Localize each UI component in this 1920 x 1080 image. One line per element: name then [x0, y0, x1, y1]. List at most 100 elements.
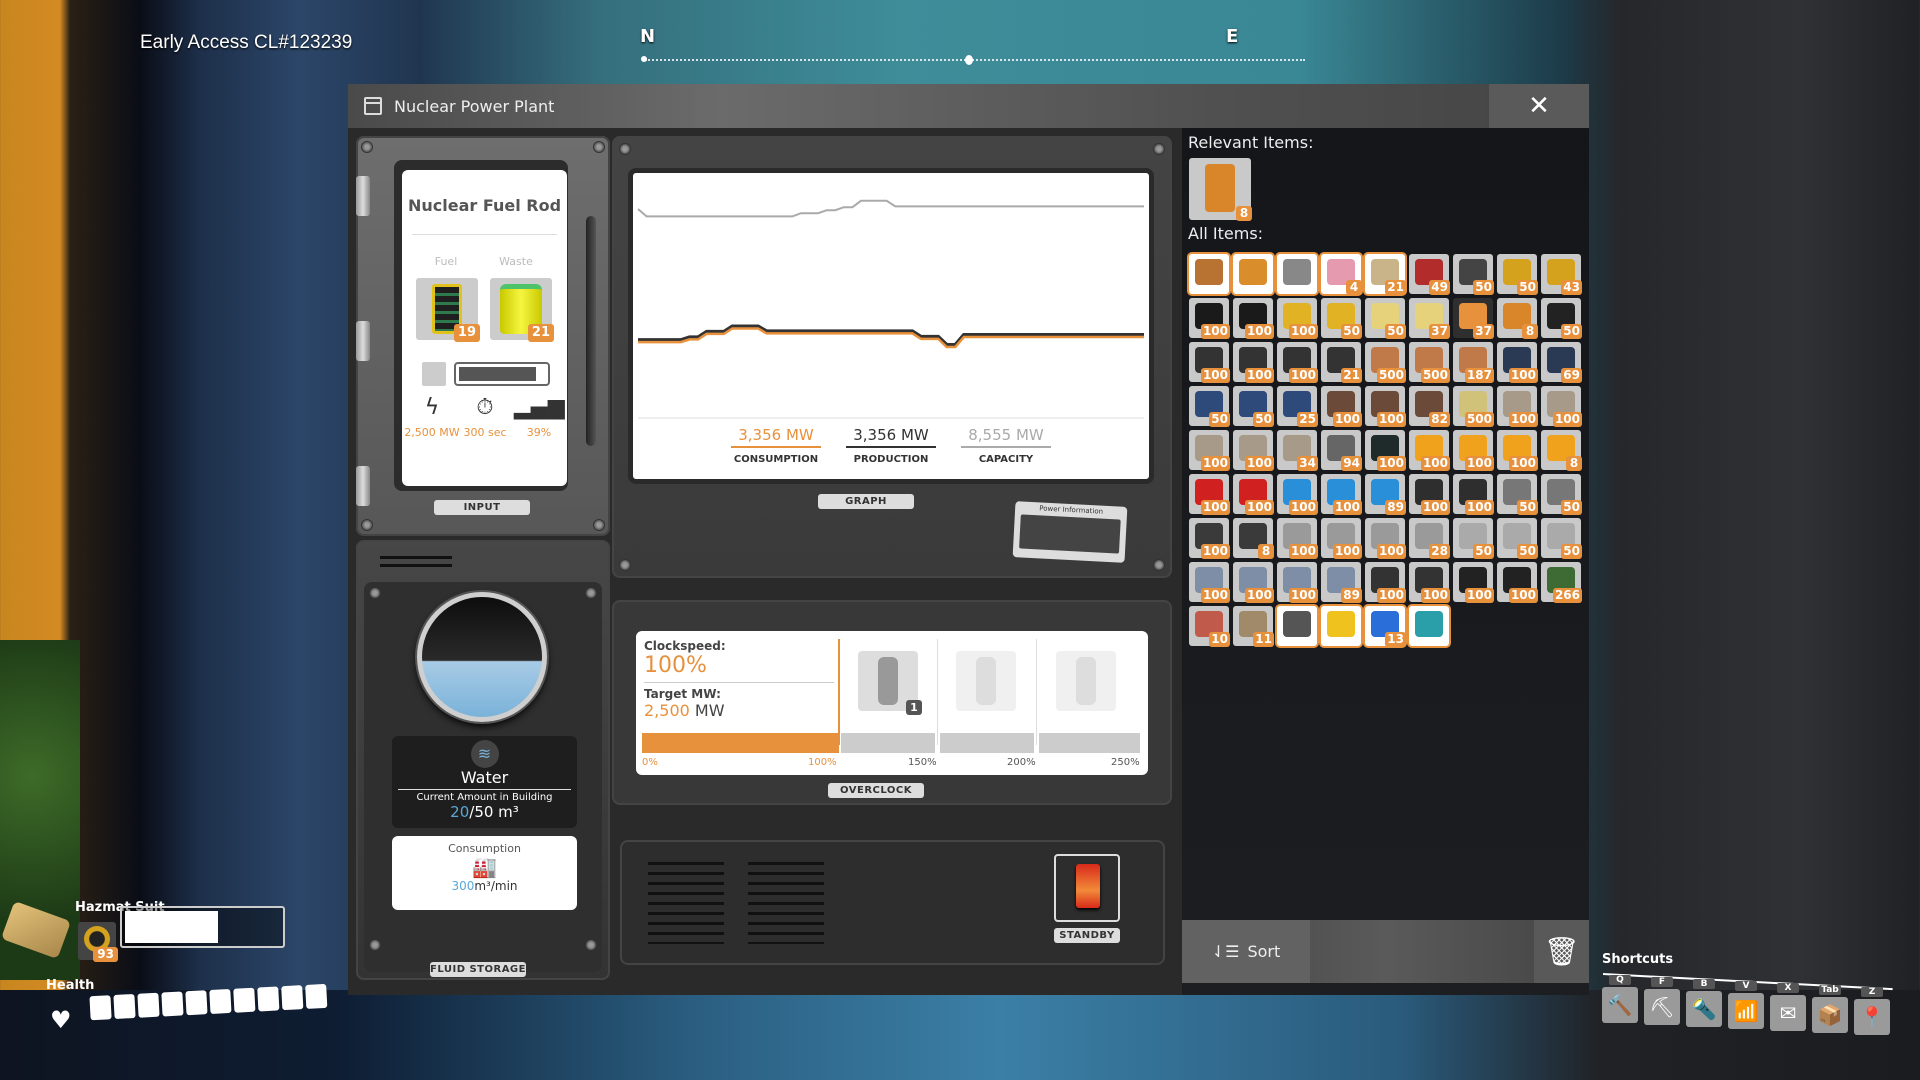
inventory-slot[interactable]: 49 [1409, 254, 1450, 295]
inventory-slot[interactable] [1233, 254, 1273, 294]
inventory-slot[interactable]: 500 [1409, 342, 1450, 383]
inventory-slot[interactable]: 100 [1497, 342, 1538, 383]
inventory-slot[interactable]: 100 [1365, 562, 1406, 603]
inventory-slot[interactable]: 100 [1409, 562, 1450, 603]
inventory-slot[interactable]: 100 [1189, 342, 1230, 383]
window-title: Nuclear Power Plant [394, 96, 555, 116]
inventory-slot[interactable]: 100 [1365, 386, 1406, 427]
inventory-slot[interactable]: 50 [1189, 386, 1230, 427]
inventory-slot[interactable]: 100 [1321, 518, 1362, 559]
scanner-shortcut-button[interactable]: 📶 [1728, 993, 1764, 1029]
codex-shortcut-button[interactable]: ✉ [1770, 995, 1806, 1031]
inventory-slot[interactable]: 50 [1541, 518, 1582, 559]
inventory-slot[interactable]: 100 [1277, 518, 1318, 559]
inventory-slot[interactable]: 100 [1277, 298, 1318, 339]
inventory-slot[interactable]: 8 [1541, 430, 1582, 471]
inventory-slot[interactable]: 100 [1453, 562, 1494, 603]
inventory-slot[interactable]: 100 [1365, 430, 1406, 471]
inventory-slot[interactable]: 43 [1541, 254, 1582, 295]
inventory-slot[interactable]: 50 [1233, 386, 1274, 427]
inventory-slot[interactable] [1277, 606, 1317, 646]
inventory-slot[interactable]: 50 [1453, 518, 1494, 559]
clock-marker[interactable] [838, 639, 840, 745]
inventory-slot[interactable]: 100 [1277, 474, 1318, 515]
inventory-slot[interactable]: 100 [1277, 342, 1318, 383]
waste-slot[interactable]: 21 [490, 278, 554, 342]
inventory-slot[interactable]: 50 [1497, 518, 1538, 559]
close-button[interactable]: ✕ [1489, 84, 1589, 128]
inventory-slot[interactable]: 25 [1277, 386, 1318, 427]
inventory-slot[interactable]: 100 [1189, 474, 1230, 515]
standby-switch[interactable] [1076, 864, 1100, 908]
inventory-slot[interactable]: 8 [1497, 298, 1538, 339]
inventory-slot[interactable]: 100 [1189, 430, 1230, 471]
inventory-slot[interactable]: 100 [1541, 386, 1582, 427]
inventory-slot[interactable]: 100 [1409, 430, 1450, 471]
inventory-slot[interactable]: 100 [1233, 342, 1274, 383]
inventory-slot[interactable]: 50 [1497, 254, 1538, 295]
inventory-slot[interactable]: 500 [1365, 342, 1406, 383]
inventory-slot[interactable] [1189, 254, 1229, 294]
inventory-slot[interactable]: 100 [1409, 474, 1450, 515]
inventory-slot[interactable]: 187 [1453, 342, 1494, 383]
screw [362, 142, 372, 152]
inventory-slot[interactable]: 11 [1233, 606, 1274, 647]
flashlight-shortcut-button[interactable]: 🔦 [1686, 991, 1722, 1027]
inventory-slot[interactable]: 82 [1409, 386, 1450, 427]
inventory-slot[interactable]: 37 [1409, 298, 1450, 339]
inventory-slot[interactable]: 100 [1233, 298, 1274, 339]
fuel-slot[interactable]: 19 [416, 278, 480, 342]
inventory-slot[interactable]: 13 [1365, 606, 1406, 647]
inventory-slot[interactable]: 100 [1497, 430, 1538, 471]
power-shard-slot-2[interactable] [956, 651, 1016, 711]
build-shortcut-button[interactable]: 🔨 [1602, 987, 1638, 1023]
inventory-slot[interactable]: 266 [1541, 562, 1582, 603]
inventory-slot[interactable]: 100 [1497, 562, 1538, 603]
inventory-slot[interactable]: 37 [1453, 298, 1494, 339]
inventory-slot[interactable]: 50 [1321, 298, 1362, 339]
inventory-slot[interactable]: 100 [1321, 386, 1362, 427]
map-shortcut-button[interactable]: 📍 [1854, 999, 1890, 1035]
inventory-slot[interactable]: 100 [1453, 474, 1494, 515]
shortcut-key-map: Z [1861, 987, 1883, 997]
inventory-slot[interactable]: 8 [1233, 518, 1274, 559]
inventory-slot[interactable]: 50 [1541, 474, 1582, 515]
inventory-slot[interactable] [1277, 254, 1317, 294]
inventory-slot[interactable]: 500 [1453, 386, 1494, 427]
inventory-slot[interactable] [1409, 606, 1449, 646]
power-shard-slot-1[interactable]: 1 [858, 651, 922, 715]
inventory-slot[interactable] [1321, 606, 1361, 646]
inventory-slot[interactable]: 100 [1189, 562, 1230, 603]
inventory-slot[interactable]: 21 [1365, 254, 1406, 295]
door-handle[interactable] [586, 216, 596, 446]
inventory-slot[interactable]: 100 [1233, 430, 1274, 471]
inventory-slot[interactable]: 94 [1321, 430, 1362, 471]
inventory-slot[interactable]: 34 [1277, 430, 1318, 471]
inventory-slot[interactable]: 100 [1189, 518, 1230, 559]
inventory-slot[interactable]: 50 [1497, 474, 1538, 515]
inventory-slot[interactable]: 28 [1409, 518, 1450, 559]
sort-button[interactable]: ⇃☰ Sort [1182, 920, 1310, 983]
inventory-slot[interactable]: 100 [1233, 474, 1274, 515]
inventory-slot[interactable]: 100 [1321, 474, 1362, 515]
inventory-slot[interactable]: 21 [1321, 342, 1362, 383]
inventory-slot[interactable]: 100 [1233, 562, 1274, 603]
inventory-slot[interactable]: 100 [1497, 386, 1538, 427]
inventory-slot[interactable]: 4 [1321, 254, 1362, 295]
inventory-slot[interactable]: 69 [1541, 342, 1582, 383]
inventory-slot[interactable]: 89 [1321, 562, 1362, 603]
inventory-slot[interactable]: 100 [1277, 562, 1318, 603]
trash-button[interactable]: 🗑 [1534, 920, 1589, 983]
inventory-slot[interactable]: 50 [1453, 254, 1494, 295]
inventory-slot[interactable]: 8 [1189, 158, 1252, 221]
power-shard-slot-3[interactable] [1056, 651, 1116, 711]
inventory-slot[interactable]: 100 [1453, 430, 1494, 471]
inventory-shortcut-button[interactable]: 📦 [1812, 997, 1848, 1033]
dismantle-shortcut-button[interactable]: ⛏ [1644, 989, 1680, 1025]
inventory-slot[interactable]: 100 [1365, 518, 1406, 559]
inventory-slot[interactable]: 10 [1189, 606, 1230, 647]
inventory-slot[interactable]: 50 [1365, 298, 1406, 339]
inventory-slot[interactable]: 89 [1365, 474, 1406, 515]
inventory-slot[interactable]: 100 [1189, 298, 1230, 339]
inventory-slot[interactable]: 50 [1541, 298, 1582, 339]
